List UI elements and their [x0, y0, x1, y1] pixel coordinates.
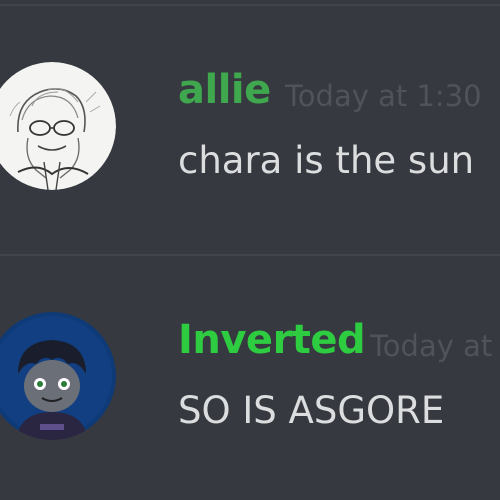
chat-message[interactable]: Inverted Today at SO IS ASGORE	[0, 290, 500, 490]
message-timestamp: Today at	[370, 329, 493, 363]
message-username[interactable]: Inverted	[178, 320, 366, 360]
message-username[interactable]: allie	[178, 70, 271, 110]
message-content: SO IS ASGORE	[178, 389, 445, 432]
message-timestamp: Today at 1:30	[285, 79, 482, 113]
chat-message[interactable]: allie Today at 1:30 chara is the sun	[0, 40, 500, 240]
dark-character-avatar[interactable]	[0, 312, 116, 440]
message-content: chara is the sun	[178, 139, 475, 182]
message-divider	[0, 254, 500, 256]
sketch-portrait-avatar[interactable]	[0, 62, 116, 190]
message-divider	[0, 4, 500, 6]
chat-message-list: allie Today at 1:30 chara is the sun Inv…	[0, 0, 500, 500]
